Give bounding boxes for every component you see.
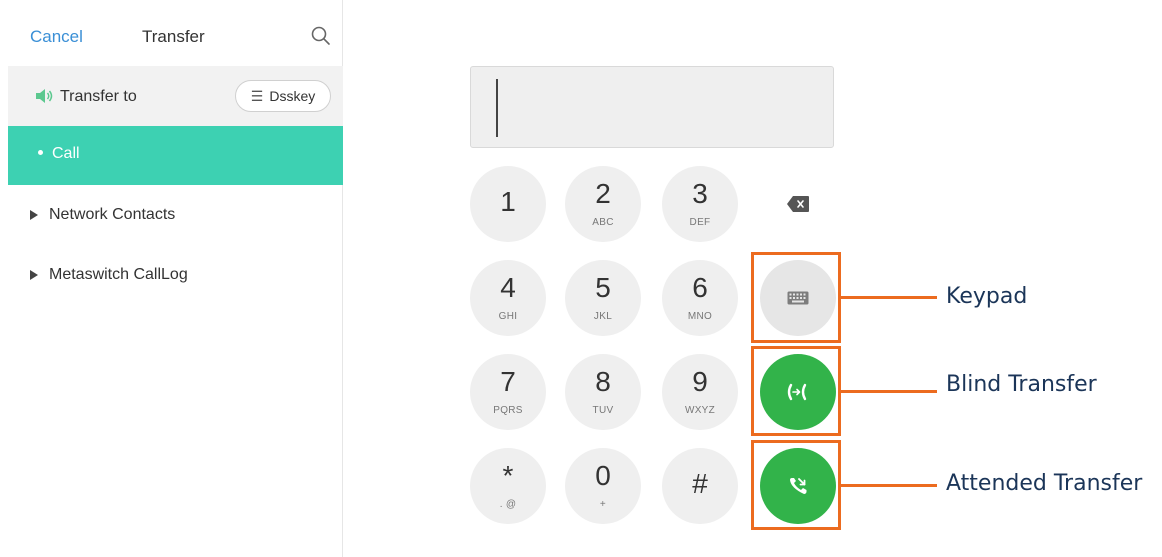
blind-transfer-leader-line	[841, 390, 937, 393]
blind-transfer-highlight	[751, 346, 841, 436]
key-6[interactable]: 6 MNO	[662, 260, 738, 336]
key-hash[interactable]: #	[662, 448, 738, 524]
key-digit: 6	[692, 272, 708, 303]
key-letters: ABC	[592, 217, 614, 228]
key-digit: #	[692, 468, 708, 499]
dsskey-button[interactable]: ☰ Dsskey	[235, 80, 331, 112]
key-4[interactable]: 4 GHI	[470, 260, 546, 336]
expand-triangle-icon	[30, 210, 38, 220]
key-digit: 1	[500, 186, 516, 217]
sidebar-item-call[interactable]: Call	[8, 126, 343, 185]
list-icon: ☰	[250, 87, 264, 104]
expand-triangle-icon	[30, 270, 38, 280]
key-letters: GHI	[498, 311, 518, 322]
sidebar-item-label: Network Contacts	[49, 206, 176, 223]
key-digit: *	[502, 460, 514, 491]
key-9[interactable]: 9 WXYZ	[662, 354, 738, 430]
key-digit: 3	[692, 178, 708, 209]
backspace-button[interactable]	[760, 166, 836, 242]
search-icon[interactable]	[310, 25, 332, 47]
key-letters: TUV	[592, 405, 614, 416]
key-letters: WXYZ	[684, 405, 716, 416]
key-digit: 8	[595, 366, 611, 397]
sidebar-item-metaswitch-calllog[interactable]: Metaswitch CallLog	[30, 266, 188, 284]
key-3[interactable]: 3 DEF	[662, 166, 738, 242]
key-digit: 2	[595, 178, 611, 209]
key-letters: MNO	[687, 311, 713, 322]
transfer-to-label: Transfer to	[60, 88, 137, 105]
sidebar-item-label: Metaswitch CallLog	[49, 266, 188, 283]
key-1[interactable]: 1	[470, 166, 546, 242]
key-0[interactable]: 0 +	[565, 448, 641, 524]
key-star[interactable]: * . @	[470, 448, 546, 524]
key-letters: JKL	[593, 311, 613, 322]
key-8[interactable]: 8 TUV	[565, 354, 641, 430]
key-digit: 5	[595, 272, 611, 303]
key-letters: . @	[499, 499, 517, 510]
key-5[interactable]: 5 JKL	[565, 260, 641, 336]
key-letters: PQRS	[493, 405, 523, 416]
keypad-highlight	[751, 252, 841, 343]
keypad-leader-line	[841, 296, 937, 299]
top-bar: Cancel Transfer	[0, 0, 343, 66]
key-digit: 9	[692, 366, 708, 397]
sidebar-item-network-contacts[interactable]: Network Contacts	[30, 206, 175, 224]
key-digit: 7	[500, 366, 516, 397]
key-letters: DEF	[689, 217, 711, 228]
text-cursor	[496, 79, 498, 137]
key-7[interactable]: 7 PQRS	[470, 354, 546, 430]
dsskey-label: Dsskey	[269, 88, 316, 104]
attended-transfer-leader-line	[841, 484, 937, 487]
speaker-icon	[36, 89, 53, 103]
sidebar-item-label: Call	[52, 145, 80, 162]
key-digit: 4	[500, 272, 516, 303]
attended-transfer-callout: Attended Transfer	[946, 471, 1143, 496]
cancel-button[interactable]: Cancel	[30, 27, 83, 47]
key-2[interactable]: 2 ABC	[565, 166, 641, 242]
blind-transfer-callout: Blind Transfer	[946, 372, 1097, 397]
key-digit: 0	[595, 460, 611, 491]
bullet-icon	[38, 150, 43, 155]
page-title: Transfer	[142, 27, 205, 46]
number-input[interactable]	[470, 66, 834, 148]
attended-transfer-highlight	[751, 440, 841, 530]
key-letters: +	[599, 499, 607, 510]
backspace-icon	[787, 196, 809, 212]
keypad-callout: Keypad	[946, 284, 1028, 309]
transfer-sidebar: Cancel Transfer Transfer to ☰ Dsskey Cal…	[0, 0, 343, 557]
